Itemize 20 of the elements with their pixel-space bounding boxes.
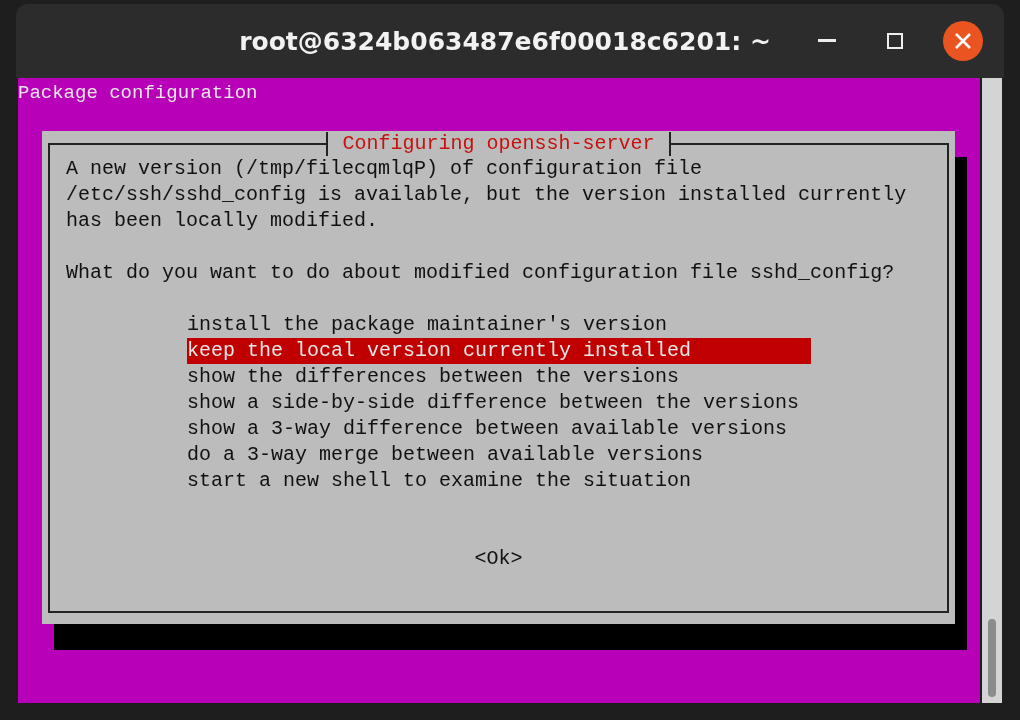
menu-option[interactable]: show a 3-way difference between available versions <box>187 416 811 442</box>
menu-option[interactable]: do a 3-way merge between available versions <box>187 442 811 468</box>
message-line: A new version (/tmp/filecqmlqP) of configuration file <box>66 156 704 182</box>
question: What do you want to do about modified configuration file sshd_config? <box>66 260 896 286</box>
message-line: /etc/ssh/sshd_config is available, but the version installed currently <box>66 182 908 208</box>
minimize-icon <box>818 39 836 43</box>
menu-option[interactable]: install the package maintainer's version <box>187 312 811 338</box>
scrollbar-thumb[interactable] <box>988 619 996 697</box>
scrollbar[interactable] <box>982 78 1002 703</box>
close-icon <box>942 20 984 62</box>
message-line: has been locally modified. <box>66 208 380 234</box>
menu-option[interactable]: start a new shell to examine the situation <box>187 468 811 494</box>
maximize-icon <box>887 33 903 49</box>
menu-option[interactable]: show the differences between the versions <box>187 364 811 390</box>
menu-option[interactable]: keep the local version currently installed <box>187 338 811 364</box>
dialog-title: Configuring openssh-server <box>326 132 671 156</box>
menu-option[interactable]: show a side-by-side difference between the versions <box>187 390 811 416</box>
terminal-header: Package configuration <box>18 81 259 106</box>
ok-button[interactable]: <Ok> <box>474 546 523 572</box>
window-title: root@6324b063487e6f00018c6201: ~ <box>238 26 772 56</box>
